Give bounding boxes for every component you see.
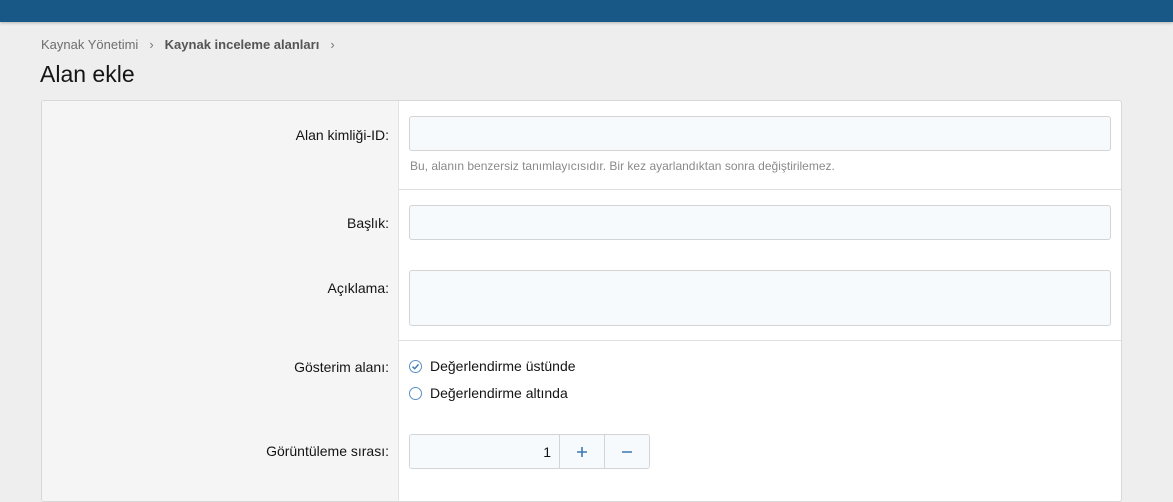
chevron-right-icon: › [149,36,154,52]
display-order-label: Görüntüleme sırası: [266,443,389,459]
radio-circle-icon [409,386,422,400]
decrement-button[interactable] [604,435,649,468]
description-label: Açıklama: [327,280,389,296]
form-panel: Alan kimliği-ID: Bu, alanın benzersiz ta… [41,100,1122,502]
top-navigation-bar [0,0,1173,22]
field-id-label: Alan kimliği-ID: [295,127,389,143]
divider [399,189,1121,190]
title-label: Başlık: [346,215,389,231]
divider [399,340,1121,341]
display-order-input[interactable]: 1 [410,435,560,468]
title-input[interactable] [409,205,1111,240]
breadcrumb: Kaynak Yönetimi › Kaynak inceleme alanla… [41,36,346,52]
chevron-right-icon: › [330,36,335,52]
field-id-hint: Bu, alanın benzersiz tanımlayıcısıdır. B… [410,159,835,173]
minus-icon [622,450,632,453]
check-circle-icon [409,359,422,373]
radio-below-rating-label: Değerlendirme altında [430,385,568,401]
radio-above-rating[interactable]: Değerlendirme üstünde [409,358,576,374]
description-textarea[interactable] [409,270,1111,326]
increment-button[interactable] [560,435,604,468]
breadcrumb-item-resource-management[interactable]: Kaynak Yönetimi [41,37,138,52]
display-location-label: Gösterim alanı: [294,359,389,375]
label-column [42,101,399,501]
radio-above-rating-label: Değerlendirme üstünde [430,358,576,374]
plus-icon [577,446,587,457]
radio-below-rating[interactable]: Değerlendirme altında [409,385,568,401]
field-id-input[interactable] [409,116,1111,151]
display-order-stepper: 1 [409,434,650,469]
breadcrumb-item-review-fields[interactable]: Kaynak inceleme alanları [165,37,320,52]
page-title: Alan ekle [40,61,135,87]
